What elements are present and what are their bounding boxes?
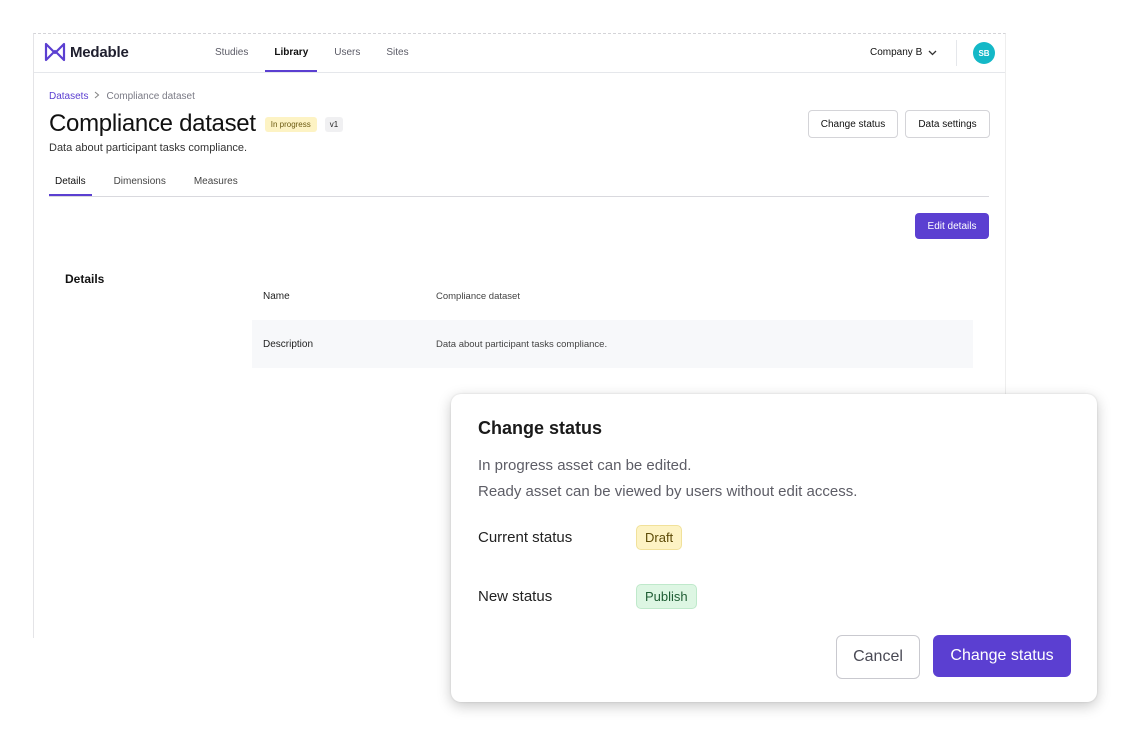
detail-label: Description	[263, 338, 314, 350]
change-status-button[interactable]: Change status	[808, 110, 898, 138]
avatar[interactable]: SB	[973, 42, 995, 64]
new-status-label: New status	[478, 588, 553, 605]
modal-desc-line-2: Ready asset can be viewed by users witho…	[478, 483, 858, 500]
status-badge: In progress	[264, 116, 317, 132]
tab-bar: Details Dimensions Measures	[49, 169, 989, 197]
detail-row-name: Name Compliance dataset	[252, 272, 973, 320]
chevron-right-icon	[94, 91, 100, 102]
modal-title: Change status	[478, 418, 603, 438]
nav-links: Studies Library Users Sites	[202, 34, 422, 72]
title-row: Compliance dataset In progress v1	[49, 110, 344, 138]
nav-link-sites[interactable]: Sites	[373, 34, 421, 72]
page-subtitle: Data about participant tasks compliance.	[49, 142, 248, 154]
detail-value: Compliance dataset	[436, 290, 520, 302]
current-status-badge: Draft	[636, 525, 683, 550]
detail-label: Name	[263, 290, 290, 302]
logo[interactable]: Medable	[44, 42, 129, 62]
current-status-label: Current status	[478, 529, 573, 546]
confirm-change-status-button[interactable]: Change status	[933, 635, 1071, 677]
new-status-badge[interactable]: Publish	[636, 584, 697, 609]
company-name: Company B	[870, 47, 923, 58]
tab-details[interactable]: Details	[49, 169, 92, 196]
nav-link-library[interactable]: Library	[261, 34, 321, 72]
nav-divider	[956, 40, 957, 66]
tab-dimensions[interactable]: Dimensions	[108, 169, 172, 196]
detail-row-description: Description Data about participant tasks…	[252, 320, 973, 368]
breadcrumb-datasets-link[interactable]: Datasets	[49, 91, 88, 102]
breadcrumb: Datasets Compliance dataset	[49, 91, 195, 102]
nav-link-users[interactable]: Users	[321, 34, 373, 72]
tab-measures[interactable]: Measures	[188, 169, 244, 196]
chevron-down-icon	[928, 34, 937, 72]
modal-description: In progress asset can be edited. Ready a…	[478, 453, 857, 505]
modal-desc-line-1: In progress asset can be edited.	[478, 457, 692, 474]
version-badge: v1	[324, 116, 344, 132]
details-section-title: Details	[65, 272, 105, 286]
page-title: Compliance dataset	[49, 110, 256, 137]
edit-details-button[interactable]: Edit details	[915, 213, 989, 239]
company-switcher[interactable]: Company B	[870, 34, 937, 72]
breadcrumb-current: Compliance dataset	[106, 91, 195, 102]
top-navigation: Medable Studies Library Users Sites Comp…	[34, 34, 1005, 73]
nav-link-studies[interactable]: Studies	[202, 34, 261, 72]
medable-logo-icon	[44, 42, 66, 62]
cancel-button[interactable]: Cancel	[836, 635, 920, 679]
logo-text: Medable	[70, 43, 129, 61]
detail-value: Data about participant tasks compliance.	[436, 338, 608, 350]
change-status-modal: Change status In progress asset can be e…	[451, 394, 1097, 702]
data-settings-button[interactable]: Data settings	[905, 110, 990, 138]
